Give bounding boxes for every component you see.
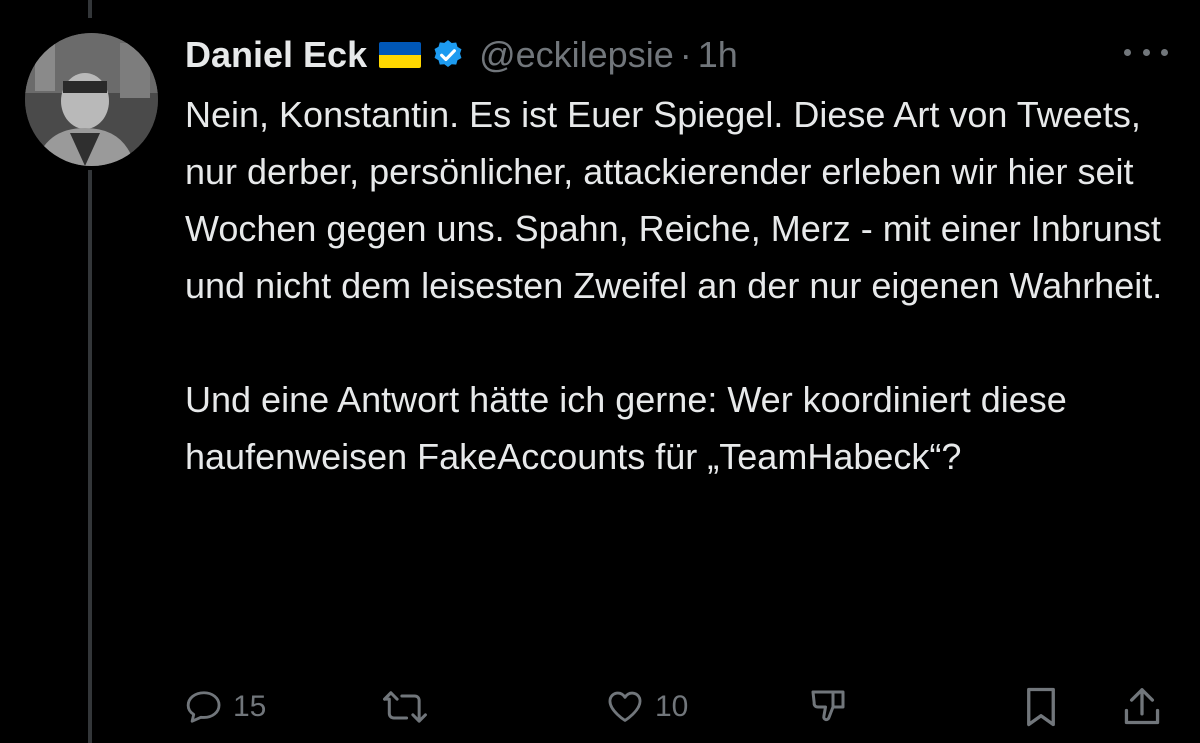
share-icon [1124,688,1160,725]
tweet-text: Nein, Konstantin. Es ist Euer Spiegel. D… [185,86,1175,485]
author-handle[interactable]: @eckilepsie [479,34,674,76]
separator: · [679,34,692,75]
tweet-paragraph: Und eine Antwort hätte ich gerne: Wer ko… [185,379,1067,477]
dislike-icon [811,690,845,722]
verified-badge-icon[interactable] [431,38,465,72]
bookmark-icon [1027,687,1055,727]
share-button[interactable] [1123,682,1161,732]
reply-count: 15 [233,690,267,723]
like-count: 10 [655,690,689,723]
avatar[interactable] [25,33,158,166]
like-button[interactable]: 10 [605,682,688,732]
ukraine-flag-icon [379,42,422,68]
tweet-header: Daniel Eck @eckilepsie · 1h [185,30,738,80]
bookmark-button[interactable] [1023,682,1059,732]
like-icon [608,691,642,722]
more-options-icon[interactable] [1124,38,1168,66]
tweet-time[interactable]: 1h [698,34,738,76]
tweet-paragraph: Nein, Konstantin. Es ist Euer Spiegel. D… [185,94,1163,306]
retweet-button[interactable] [383,682,427,732]
action-bar: 15 10 [185,682,1170,732]
reply-icon [186,691,221,723]
thread-line [88,170,92,743]
retweet-icon [383,691,427,723]
reply-button[interactable]: 15 [185,682,266,732]
thread-line [88,0,92,18]
author-name[interactable]: Daniel Eck [185,34,367,76]
dislike-button[interactable] [807,682,849,732]
